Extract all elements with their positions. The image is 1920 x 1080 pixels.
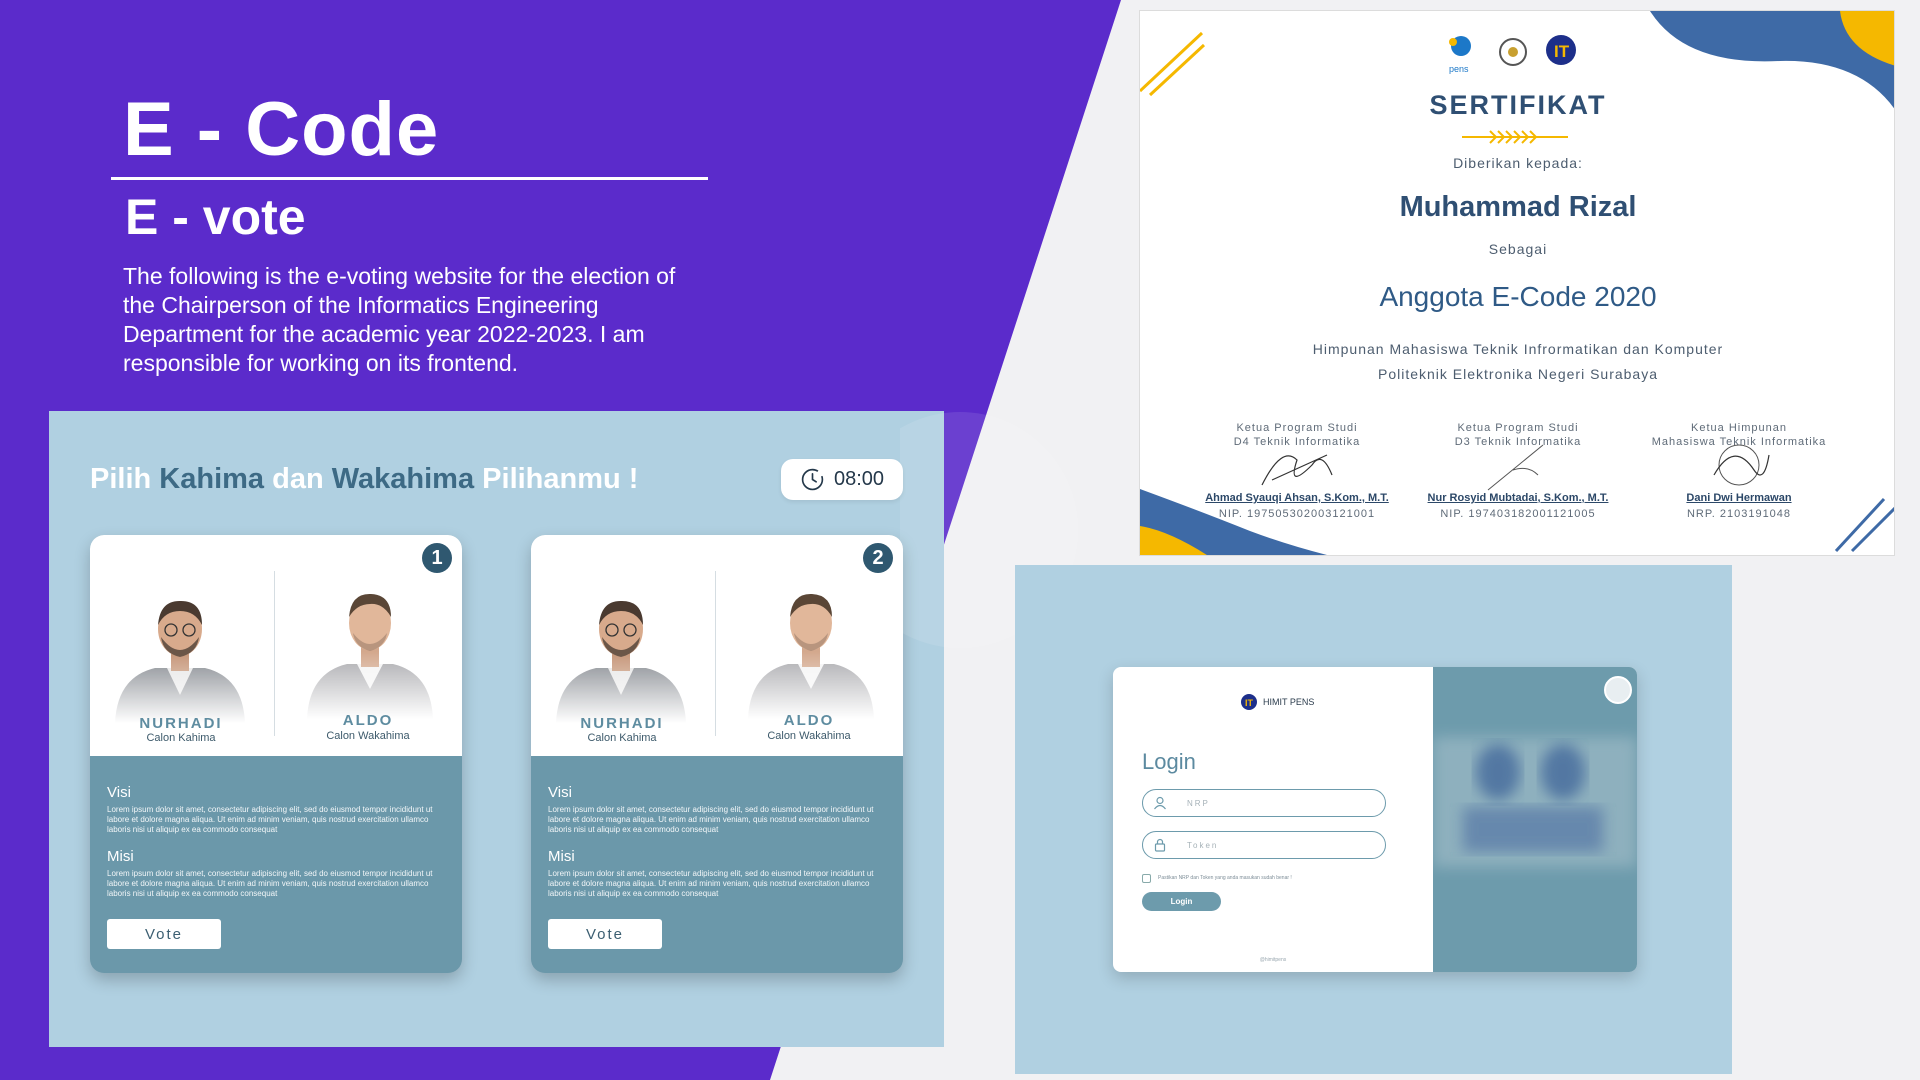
theme-toggle-button[interactable] [1604,676,1632,704]
candidate-card: NURHADI Calon Kahima ALDO Calon Wakahima… [531,535,903,973]
signature-1 [1261,454,1333,486]
wakahima-name: ALDO [342,712,394,729]
user-icon [1154,796,1166,810]
login-button[interactable]: Login [1142,892,1221,911]
page-subtitle: E - vote [125,189,306,245]
certificate-image: pens IT SERTIFIKAT Diberikan kepada: Muh… [1139,10,1895,556]
token-input[interactable] [1142,831,1386,859]
login-footer: @himitpens [1259,957,1287,963]
clock-icon [801,468,824,491]
visi-label: Visi [548,784,572,801]
given-to-label: Diberikan kepada: [1453,155,1583,171]
wakahima-name: ALDO [783,712,835,729]
certificate-title: SERTIFIKAT [1429,90,1607,120]
wakahima-role: Calon Wakahima [767,730,851,742]
visi-text: Lorem ipsum dolor sit amet, consectetur … [107,805,433,834]
wakahima-photo [736,569,886,719]
kahima-photo [546,573,696,723]
vote-button[interactable]: Vote [107,919,221,949]
login-card: IT HIMIT PENS Login Pastikan NRP dan Tok… [1113,667,1637,972]
kahima-role: Calon Kahima [146,732,216,744]
misi-text: Lorem ipsum dolor sit amet, consectetur … [107,869,433,898]
signatory-1: Ketua Program Studi D4 Teknik Informatik… [1205,422,1389,520]
institution-logos: pens IT [1449,35,1576,74]
confirm-checkbox[interactable] [1142,874,1151,883]
candidate-number-badge: 2 [863,543,893,573]
nrp-input[interactable] [1142,789,1386,817]
signature-2 [1487,444,1544,491]
recipient-role: Anggota E-Code 2020 [1379,281,1657,312]
as-label: Sebagai [1488,241,1548,257]
svg-text:IT: IT [1554,42,1570,61]
signatory-3: Ketua Himpunan Mahasiswa Teknik Informat… [1651,422,1827,520]
visi-label: Visi [107,784,131,801]
signature-3 [1713,444,1770,486]
countdown-timer: 08:00 [781,459,903,500]
kahima-name: NURHADI [580,715,664,732]
misi-label: Misi [548,848,575,865]
candidate-card: NURHADI Calon Kahima ALDO Calon Wakahima… [90,535,462,973]
project-description: The following is the e-voting website fo… [123,263,676,376]
himit-logo-icon: IT [1241,694,1257,710]
kahima-role: Calon Kahima [587,732,657,744]
login-hero-image [1433,667,1637,972]
svg-text:pens: pens [1449,64,1469,74]
misi-label: Misi [107,848,134,865]
visi-text: Lorem ipsum dolor sit amet, consectetur … [548,805,874,834]
login-brand: IT HIMIT PENS [1240,693,1314,711]
blurred-photo [1433,737,1637,867]
recipient-name: Muhammad Rizal [1399,191,1637,223]
signatory-2: Ketua Program Studi D3 Teknik Informatik… [1427,422,1609,520]
vote-screenshot: Pilih Kahima dan Wakahima Pilihanmu ! 08… [49,411,944,1047]
page-title: E - Code [123,87,440,172]
vote-button[interactable]: Vote [548,919,662,949]
title-divider [111,177,708,180]
vote-heading: Pilih Kahima dan Wakahima Pilihanmu ! [90,463,639,495]
svg-text:IT: IT [1245,698,1254,708]
organization-line-2: Politeknik Elektronika Negeri Surabaya [1377,366,1658,382]
login-title: Login [1142,749,1196,774]
kahima-name: NURHADI [139,715,223,732]
candidate-number-badge: 1 [422,543,452,573]
confirm-note: Pastikan NRP dan Token yang anda masukan… [1158,875,1292,881]
wakahima-photo [295,569,445,719]
title-ornament [1462,130,1568,144]
lock-icon [1154,838,1166,852]
wakahima-role: Calon Wakahima [326,730,410,742]
organization-line-1: Himpunan Mahasiswa Teknik Infrormatikan … [1312,341,1724,357]
login-screenshot: IT HIMIT PENS Login Pastikan NRP dan Tok… [1015,565,1732,1074]
misi-text: Lorem ipsum dolor sit amet, consectetur … [548,869,874,898]
kahima-photo [105,573,255,723]
